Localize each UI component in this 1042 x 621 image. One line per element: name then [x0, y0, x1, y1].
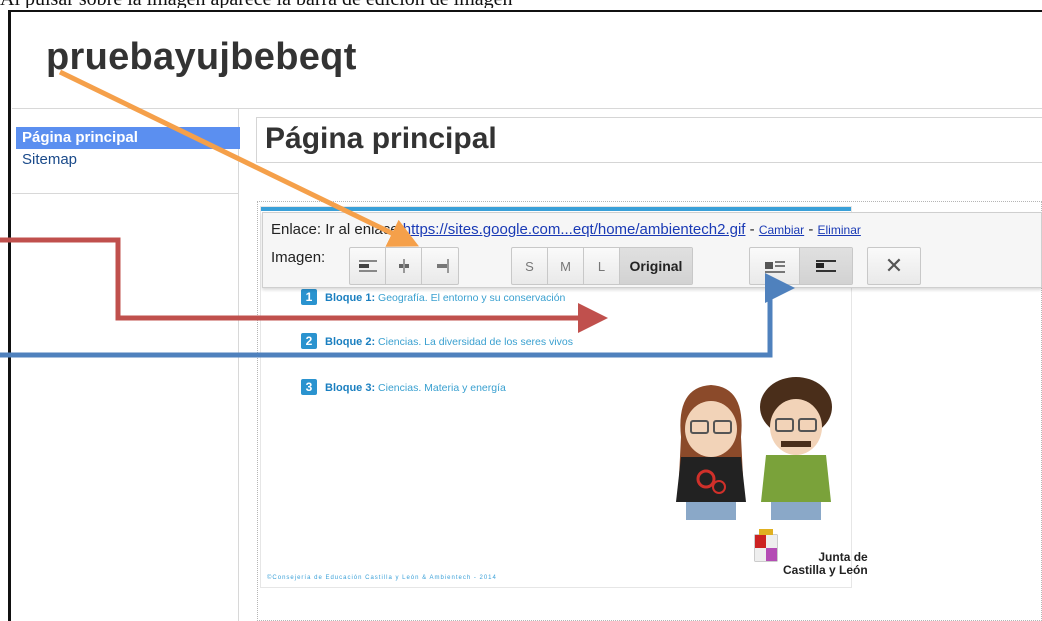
bloque-3: 3 Bloque 3: Ciencias. Materia y energía [301, 379, 506, 395]
bloque-number: 2 [301, 333, 317, 349]
cartoon-characters-image [676, 377, 832, 520]
wrap-group [749, 247, 853, 285]
logo-line-1: Junta de [818, 550, 868, 564]
separator: - [745, 221, 759, 238]
site-title: pruebayujbebeqt [46, 36, 357, 78]
bloque-name: Bloque 3: [325, 382, 376, 394]
sidebar-item-pagina-principal[interactable]: Página principal [16, 127, 240, 149]
alignment-group [349, 247, 459, 285]
bloque-1: 1 Bloque 1: Geografía. El entorno y su co… [301, 289, 565, 305]
link-row: Enlace: Ir al enlace:https://sites.googl… [271, 221, 861, 238]
separator: - [804, 221, 818, 238]
align-center-button[interactable] [386, 248, 422, 284]
wrap-text-button[interactable] [750, 248, 800, 284]
logo-line-2: Castilla y León [783, 563, 868, 577]
sidebar: Página principal Sitemap [12, 109, 240, 621]
size-s-button[interactable]: S [512, 248, 548, 284]
coat-of-arms-icon [754, 529, 778, 562]
page-title: Página principal [265, 122, 497, 155]
link-label: Enlace: [271, 221, 322, 238]
image-edit-toolbar: Enlace: Ir al enlace:https://sites.googl… [262, 212, 1042, 288]
sidebar-item-sitemap[interactable]: Sitemap [16, 149, 238, 171]
goto-link-label: Ir al enlace: [325, 221, 403, 238]
wrap-text-icon [764, 261, 785, 273]
bloque-desc: Ciencias. La diversidad de los seres viv… [378, 336, 573, 348]
bloque-desc: Geografía. El entorno y su conservación [378, 292, 566, 304]
bloque-2: 2 Bloque 2: Ciencias. La diversidad de lo… [301, 333, 573, 349]
image-credit: ©Consejería de Educación Castilla y León… [267, 575, 497, 581]
align-left-icon [358, 260, 377, 272]
align-right-button[interactable] [422, 248, 458, 284]
no-wrap-button[interactable] [800, 248, 852, 284]
size-l-button[interactable]: L [584, 248, 620, 284]
no-wrap-icon [816, 260, 836, 272]
image-url-link[interactable]: https://sites.google.com...eqt/home/ambi… [403, 221, 746, 238]
remove-link[interactable]: Eliminar [818, 223, 861, 237]
junta-logo-text: Junta de Castilla y León [783, 551, 868, 577]
align-left-button[interactable] [350, 248, 386, 284]
sidebar-divider [12, 193, 238, 194]
bloque-name: Bloque 1: [325, 292, 376, 304]
image-label: Imagen: [271, 249, 326, 266]
bloque-number: 1 [301, 289, 317, 305]
bloque-number: 3 [301, 379, 317, 395]
image-top-bar [261, 207, 851, 211]
change-link[interactable]: Cambiar [759, 223, 804, 237]
close-toolbar-button[interactable]: ✕ [868, 248, 920, 284]
align-right-icon [437, 259, 449, 273]
size-group: S M L Original [511, 247, 693, 285]
bloque-desc: Ciencias. Materia y energía [378, 382, 506, 394]
page-title-box: Página principal [256, 117, 1042, 163]
size-original-button[interactable]: Original [620, 248, 692, 284]
close-group: ✕ [867, 247, 921, 285]
align-center-icon [398, 259, 409, 273]
size-m-button[interactable]: M [548, 248, 584, 284]
bloque-name: Bloque 2: [325, 336, 376, 348]
caption: Al pulsar sobre la imagen aparece la bar… [0, 0, 1042, 8]
junta-logo: Junta de Castilla y León [753, 529, 868, 579]
